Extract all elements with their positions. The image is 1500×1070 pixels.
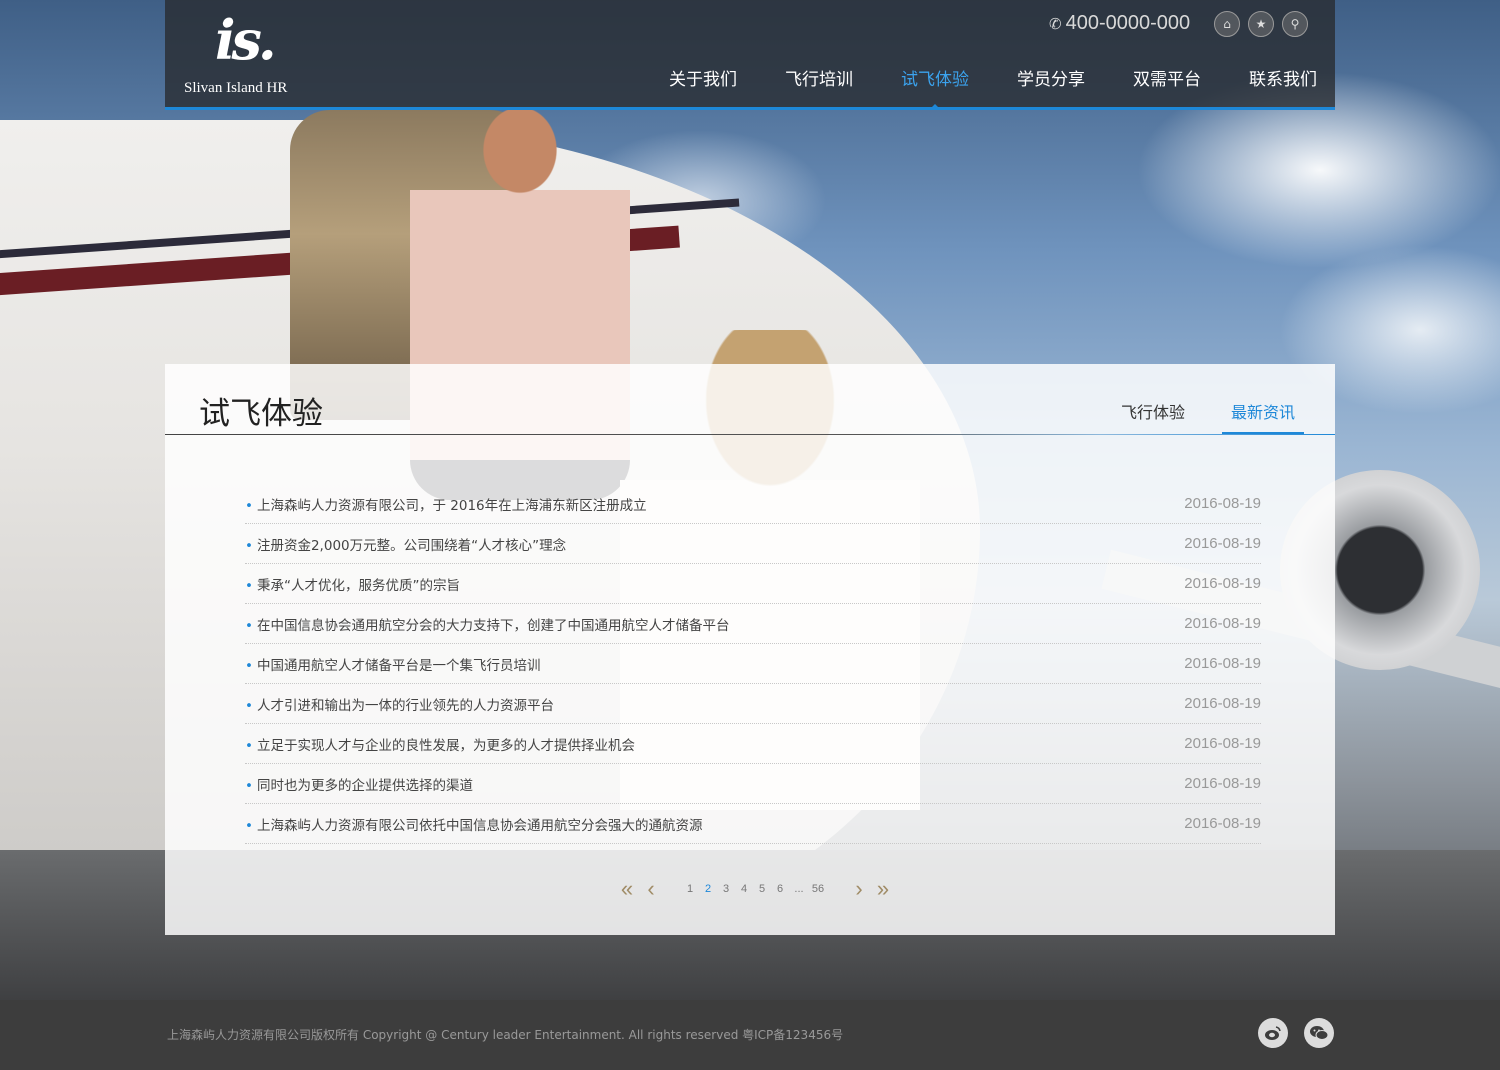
sub-tabs: 飞行体验 最新资讯: [1084, 402, 1304, 435]
news-title[interactable]: 中国通用航空人才储备平台是一个集飞行员培训: [245, 654, 541, 674]
news-date: 2016-08-19: [1184, 575, 1261, 592]
logo-mark: is.: [215, 8, 277, 72]
list-item[interactable]: 立足于实现人才与企业的良性发展，为更多的人才提供择业机会 2016-08-19: [245, 724, 1261, 764]
logo[interactable]: is. Slivan Island HR: [183, 10, 293, 98]
pagination: « ‹ 1 2 3 4 5 6 ... 56 › »: [615, 876, 895, 902]
weibo-icon-graphic: [1265, 1026, 1281, 1040]
list-item[interactable]: 同时也为更多的企业提供选择的渠道 2016-08-19: [245, 764, 1261, 804]
list-item[interactable]: 中国通用航空人才储备平台是一个集飞行员培训 2016-08-19: [245, 644, 1261, 684]
list-item[interactable]: 秉承“人才优化，服务优质”的宗旨 2016-08-19: [245, 564, 1261, 604]
list-item[interactable]: 在中国信息协会通用航空分会的大力支持下，创建了中国通用航空人才储备平台 2016…: [245, 604, 1261, 644]
tab-latest-news[interactable]: 最新资讯: [1221, 402, 1304, 435]
logo-text: Slivan Island HR: [184, 80, 288, 96]
content-panel: 试飞体验 飞行体验 最新资讯 上海森屿人力资源有限公司，于 2016年在上海浦东…: [165, 364, 1335, 935]
list-item[interactable]: 上海森屿人力资源有限公司，于 2016年在上海浦东新区注册成立 2016-08-…: [245, 484, 1261, 524]
list-item[interactable]: 注册资金2,000万元整。公司围绕着“人才核心”理念 2016-08-19: [245, 524, 1261, 564]
news-date: 2016-08-19: [1184, 775, 1261, 792]
page-link-5[interactable]: 5: [753, 883, 771, 895]
news-date: 2016-08-19: [1184, 495, 1261, 512]
page-link-4[interactable]: 4: [735, 883, 753, 895]
news-date: 2016-08-19: [1184, 615, 1261, 632]
page-link-6[interactable]: 6: [771, 883, 789, 895]
list-item[interactable]: 上海森屿人力资源有限公司依托中国信息协会通用航空分会强大的通航资源 2016-0…: [245, 804, 1261, 844]
weibo-icon[interactable]: [1258, 1018, 1288, 1048]
page-link-2[interactable]: 2: [699, 883, 717, 895]
nav-item-about[interactable]: 关于我们: [645, 68, 761, 107]
news-title[interactable]: 秉承“人才优化，服务优质”的宗旨: [245, 574, 460, 594]
news-title[interactable]: 上海森屿人力资源有限公司依托中国信息协会通用航空分会强大的通航资源: [245, 814, 703, 834]
first-page-icon[interactable]: «: [615, 876, 639, 902]
wechat-icon[interactable]: [1304, 1018, 1334, 1048]
news-title[interactable]: 立足于实现人才与企业的良性发展，为更多的人才提供择业机会: [245, 734, 635, 754]
nav-item-training[interactable]: 飞行培训: [761, 68, 877, 107]
nav-item-contact[interactable]: 联系我们: [1225, 68, 1341, 107]
phone-icon: ✆: [1049, 16, 1062, 33]
top-icons: ⌂ ★ ⚲: [1214, 11, 1308, 37]
prev-page-icon[interactable]: ‹: [639, 876, 663, 902]
nav-item-trial-flight[interactable]: 试飞体验: [877, 68, 993, 109]
list-item[interactable]: 人才引进和输出为一体的行业领先的人力资源平台 2016-08-19: [245, 684, 1261, 724]
nav-item-platform[interactable]: 双需平台: [1109, 68, 1225, 107]
page-title: 试飞体验: [199, 396, 323, 432]
news-date: 2016-08-19: [1184, 695, 1261, 712]
copyright-text: 上海森屿人力资源有限公司版权所有 Copyright @ Century lea…: [167, 1028, 844, 1042]
page-ellipsis: ...: [794, 883, 804, 895]
tab-flight-experience[interactable]: 飞行体验: [1112, 402, 1194, 435]
site-header: is. Slivan Island HR ✆ 400-0000-000 ⌂ ★ ⚲…: [165, 0, 1335, 110]
last-page-icon[interactable]: »: [871, 876, 895, 902]
next-page-icon[interactable]: ›: [847, 876, 871, 902]
wechat-icon-graphic: [1310, 1026, 1329, 1040]
news-title[interactable]: 人才引进和输出为一体的行业领先的人力资源平台: [245, 694, 554, 714]
news-date: 2016-08-19: [1184, 535, 1261, 552]
site-footer: 上海森屿人力资源有限公司版权所有 Copyright @ Century lea…: [0, 1000, 1500, 1070]
title-divider: [165, 434, 1335, 435]
news-date: 2016-08-19: [1184, 735, 1261, 752]
phone-number: ✆ 400-0000-000: [1049, 12, 1190, 35]
news-list: 上海森屿人力资源有限公司，于 2016年在上海浦东新区注册成立 2016-08-…: [245, 484, 1261, 844]
home-icon[interactable]: ⌂: [1214, 11, 1240, 37]
news-title[interactable]: 注册资金2,000万元整。公司围绕着“人才核心”理念: [245, 534, 566, 554]
news-date: 2016-08-19: [1184, 655, 1261, 672]
main-nav: 关于我们 飞行培训 试飞体验 学员分享 双需平台 联系我们: [645, 68, 1341, 109]
social-links: [1258, 1018, 1334, 1048]
news-title[interactable]: 在中国信息协会通用航空分会的大力支持下，创建了中国通用航空人才储备平台: [245, 614, 730, 634]
news-date: 2016-08-19: [1184, 815, 1261, 832]
star-icon[interactable]: ★: [1248, 11, 1274, 37]
news-title[interactable]: 同时也为更多的企业提供选择的渠道: [245, 774, 473, 794]
page-link-last[interactable]: 56: [809, 883, 827, 895]
page-link-1[interactable]: 1: [681, 883, 699, 895]
news-title[interactable]: 上海森屿人力资源有限公司，于 2016年在上海浦东新区注册成立: [245, 494, 647, 514]
location-icon[interactable]: ⚲: [1282, 11, 1308, 37]
nav-item-student-share[interactable]: 学员分享: [993, 68, 1109, 107]
page-link-3[interactable]: 3: [717, 883, 735, 895]
phone-text: 400-0000-000: [1065, 12, 1191, 34]
